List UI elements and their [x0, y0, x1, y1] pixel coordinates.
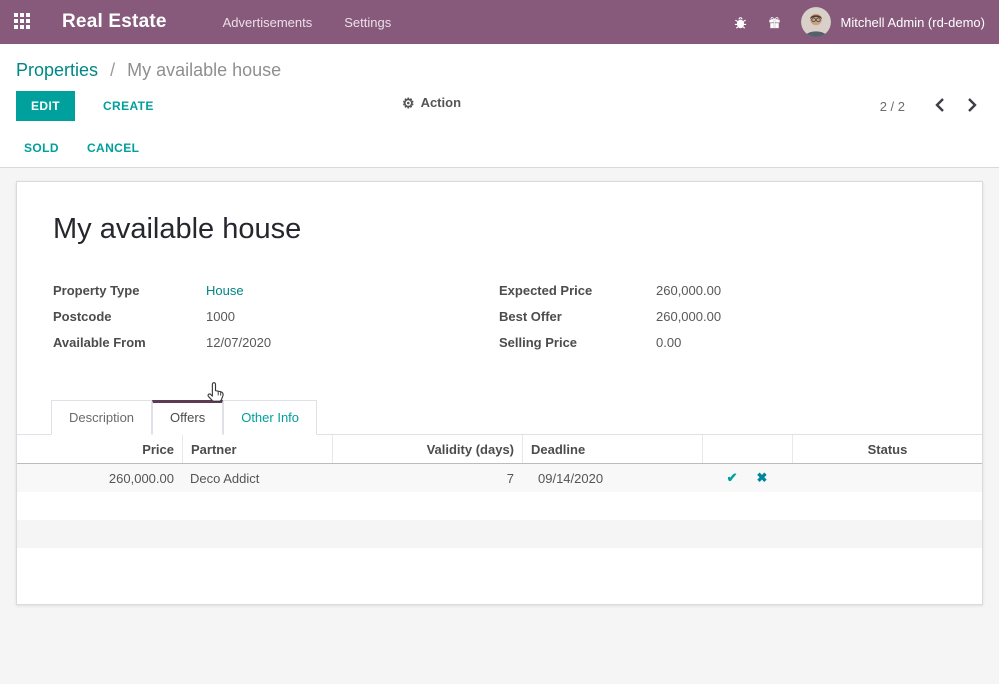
offer-deadline: 09/14/2020 — [522, 471, 702, 486]
statusbar: SOLD CANCEL — [0, 135, 999, 168]
form-sheet: My available house Property Type House P… — [16, 181, 983, 605]
app-name[interactable]: Real Estate — [62, 11, 167, 33]
field-available-from: Available From 12/07/2020 — [53, 335, 499, 350]
field-value: 1000 — [206, 309, 235, 324]
breadcrumb-current: My available house — [127, 60, 281, 80]
field-value: 260,000.00 — [656, 309, 721, 324]
field-label: Available From — [53, 335, 206, 350]
pager: 2 / 2 — [880, 96, 983, 117]
accept-offer-icon[interactable]: ✔ — [727, 470, 738, 486]
field-label: Selling Price — [499, 335, 656, 350]
control-panel: EDIT CREATE ⚙ Action 2 / 2 — [0, 89, 999, 135]
column-header-validity[interactable]: Validity (days) — [332, 435, 522, 463]
column-header-deadline[interactable]: Deadline — [522, 435, 702, 463]
field-label: Property Type — [53, 283, 206, 298]
column-header-actions — [702, 435, 792, 463]
tab-description[interactable]: Description — [51, 400, 152, 435]
breadcrumb: Properties / My available house — [0, 44, 999, 89]
field-value: 260,000.00 — [656, 283, 721, 298]
action-label: Action — [421, 95, 461, 110]
gear-icon: ⚙ — [402, 96, 415, 110]
breadcrumb-parent-link[interactable]: Properties — [16, 60, 98, 80]
breadcrumb-separator: / — [110, 60, 115, 80]
top-navbar: Real Estate Advertisements Settings — [0, 0, 999, 44]
chevron-right-icon — [967, 98, 977, 112]
field-best-offer: Best Offer 260,000.00 — [499, 309, 946, 324]
empty-row — [17, 492, 982, 520]
column-header-partner[interactable]: Partner — [182, 435, 332, 463]
field-label: Expected Price — [499, 283, 656, 298]
offer-row[interactable]: 260,000.00 Deco Addict 7 09/14/2020 ✔ ✖ — [17, 464, 982, 492]
pager-next-button[interactable] — [961, 96, 983, 117]
field-group-left: Property Type House Postcode 1000 Availa… — [53, 283, 499, 361]
bug-icon[interactable] — [733, 14, 749, 30]
sold-button[interactable]: SOLD — [24, 141, 59, 155]
menu-settings[interactable]: Settings — [328, 1, 407, 44]
field-label: Postcode — [53, 309, 206, 324]
property-type-link[interactable]: House — [206, 283, 244, 298]
column-header-status[interactable]: Status — [792, 435, 982, 463]
field-label: Best Offer — [499, 309, 656, 324]
notebook: Description Offers Other Info Price Part… — [17, 400, 982, 576]
field-value: 12/07/2020 — [206, 335, 271, 350]
cancel-button[interactable]: CANCEL — [87, 141, 139, 155]
create-button[interactable]: CREATE — [97, 98, 160, 114]
edit-button[interactable]: EDIT — [16, 91, 75, 121]
field-group-right: Expected Price 260,000.00 Best Offer 260… — [499, 283, 946, 361]
offer-price: 260,000.00 — [17, 471, 182, 486]
user-avatar[interactable] — [801, 7, 831, 37]
pager-value: 2 / 2 — [880, 99, 905, 114]
field-groups: Property Type House Postcode 1000 Availa… — [53, 283, 946, 361]
tab-bar: Description Offers Other Info — [17, 400, 982, 435]
menu-advertisements[interactable]: Advertisements — [207, 1, 329, 44]
field-property-type: Property Type House — [53, 283, 499, 298]
empty-row — [17, 520, 982, 548]
empty-row — [17, 548, 982, 576]
pager-previous-button[interactable] — [929, 96, 951, 117]
top-menu-bar: Advertisements Settings — [207, 1, 408, 44]
field-value: 0.00 — [656, 335, 681, 350]
field-postcode: Postcode 1000 — [53, 309, 499, 324]
record-title: My available house — [53, 182, 946, 246]
chevron-left-icon — [935, 98, 945, 112]
apps-grid-icon[interactable] — [14, 13, 32, 31]
offer-validity: 7 — [332, 471, 522, 486]
field-selling-price: Selling Price 0.00 — [499, 335, 946, 350]
topbar-right: Mitchell Admin (rd-demo) — [733, 7, 986, 37]
gift-icon[interactable] — [767, 14, 783, 30]
refuse-offer-icon[interactable]: ✖ — [757, 470, 768, 486]
user-menu[interactable]: Mitchell Admin (rd-demo) — [841, 15, 986, 30]
column-header-price[interactable]: Price — [17, 435, 182, 463]
field-expected-price: Expected Price 260,000.00 — [499, 283, 946, 298]
offers-list-header: Price Partner Validity (days) Deadline S… — [17, 435, 982, 464]
offers-list: Price Partner Validity (days) Deadline S… — [17, 435, 982, 576]
content-area: My available house Property Type House P… — [0, 168, 999, 618]
offer-partner: Deco Addict — [182, 471, 332, 486]
tab-other-info[interactable]: Other Info — [223, 400, 317, 435]
offer-actions: ✔ ✖ — [702, 470, 792, 486]
action-menu[interactable]: ⚙ Action — [402, 95, 461, 110]
tab-offers[interactable]: Offers — [152, 400, 223, 435]
